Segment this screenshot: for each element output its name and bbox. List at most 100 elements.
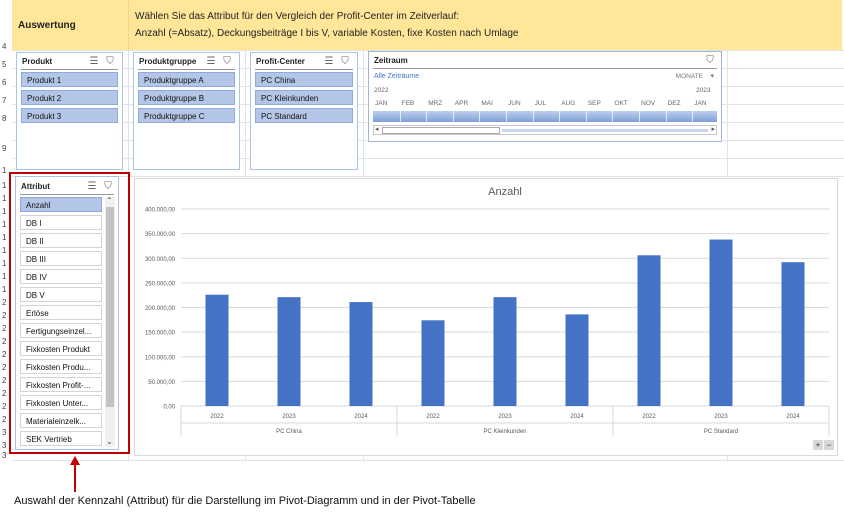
multi-select-icon[interactable]: ☰	[205, 56, 217, 67]
timeline-month-separator	[479, 111, 481, 122]
timeline-scroll-thumb[interactable]	[382, 127, 500, 134]
x-tick-label: 2024	[570, 414, 584, 420]
slicer-item-produkt-2[interactable]: Produkt 2	[21, 90, 118, 105]
group-label: PC China	[276, 429, 302, 435]
y-tick-label: 0,00	[163, 405, 175, 411]
slicer-title: Produktgruppe	[139, 57, 197, 66]
timeline-month-label: JAN	[375, 100, 388, 107]
slicer-header: Profit-Center ☰ ⛉	[251, 53, 357, 70]
timeline-title: Zeitraum	[374, 56, 408, 65]
timeline-month-label: JAN	[694, 100, 707, 107]
timeline-month-label: OKT	[614, 100, 628, 107]
slicer-produktgruppe[interactable]: Produktgruppe ☰ ⛉ Produktgruppe A Produk…	[133, 52, 240, 170]
x-tick-label: 2023	[714, 414, 728, 420]
timeline-month-label: MRZ	[428, 100, 443, 107]
y-tick-label: 300.000,00	[145, 257, 176, 263]
slicer-item-produkt-1[interactable]: Produkt 1	[21, 72, 118, 87]
x-tick-label: 2024	[786, 414, 800, 420]
slicer-item-produkt-3[interactable]: Produkt 3	[21, 108, 118, 123]
row-number: 8	[2, 114, 7, 123]
chevron-down-icon[interactable]: ▾	[710, 72, 714, 80]
row-number: 1	[2, 233, 7, 242]
x-tick-label: 2023	[498, 414, 512, 420]
timeline-divider	[373, 68, 717, 69]
up-arrow-icon	[70, 456, 80, 492]
row-number: 1	[2, 166, 7, 175]
chart-bar	[205, 294, 229, 406]
chart-bar	[709, 239, 733, 406]
slicer-header: Produkt ☰ ⛉	[17, 53, 122, 70]
y-tick-label: 200.000,00	[145, 306, 176, 312]
chart-bar	[565, 314, 589, 406]
chevron-right-icon[interactable]: ▸	[711, 125, 715, 133]
zoom-in-button[interactable]: +	[813, 440, 823, 450]
timeline-year-2022: 2022	[374, 87, 389, 94]
row-number: 9	[2, 144, 7, 153]
slicer-profit-center[interactable]: Profit-Center ☰ ⛉ PC China PC Kleinkunde…	[250, 52, 358, 170]
slicer-item-produktgruppe-a[interactable]: Produktgruppe A	[138, 72, 235, 87]
timeline-all-periods[interactable]: Alle Zeiträume	[374, 73, 419, 80]
chart-title: Anzahl	[488, 186, 522, 198]
chart-canvas: Anzahl 0,00 50.000,00 100.000,00 150.000,00 2…	[145, 186, 830, 436]
timeline-zeitraum[interactable]: Zeitraum ⛉ Alle Zeiträume MONATE ▾ 2022 …	[368, 51, 722, 142]
slicer-title: Produkt	[22, 57, 53, 66]
chevron-left-icon[interactable]: ◂	[375, 125, 379, 133]
timeline-scrollbar[interactable]: ◂ ▸	[373, 125, 717, 135]
timeline-month-label: NOV	[641, 100, 656, 107]
row-number: 2	[2, 337, 7, 346]
y-tick-label: 50.000,00	[148, 380, 175, 386]
annotation-highlight-box	[9, 172, 130, 454]
timeline-month-label: AUG	[561, 100, 576, 107]
slicer-header: Produktgruppe ☰ ⛉	[134, 53, 239, 70]
clear-filter-icon[interactable]: ⛉	[339, 56, 351, 67]
slicer-produkt[interactable]: Produkt ☰ ⛉ Produkt 1 Produkt 2 Produkt …	[16, 52, 123, 170]
row-number: 2	[2, 389, 7, 398]
timeline-month-separator	[559, 111, 561, 122]
row-number: 6	[2, 78, 7, 87]
timeline-month-separator	[692, 111, 694, 122]
instruction-line-2: Anzahl (=Absatz), Deckungsbeiträge I bis…	[135, 28, 519, 39]
header-banner: Auswertung Wählen Sie das Attribut für d…	[12, 0, 842, 50]
chart-bar	[637, 255, 661, 406]
chart-bar	[421, 320, 445, 406]
timeline-month-separator	[506, 111, 507, 122]
row-number: 1	[2, 272, 7, 281]
clear-filter-icon[interactable]: ⛉	[104, 56, 116, 67]
row-number: 1	[2, 220, 7, 229]
clear-filter-icon[interactable]: ⛉	[704, 55, 716, 66]
slicer-divider	[138, 69, 235, 70]
timeline-period-bar[interactable]	[373, 111, 717, 122]
timeline-month-separator	[426, 111, 428, 122]
slicer-item-pc-china[interactable]: PC China	[255, 72, 353, 87]
spreadsheet-window: 45678911111111112222222222333 Auswertung…	[0, 0, 844, 517]
multi-select-icon[interactable]: ☰	[323, 56, 335, 67]
timeline-month-label: JUL	[534, 100, 547, 107]
clear-filter-icon[interactable]: ⛉	[221, 56, 233, 67]
row-number: 2	[2, 376, 7, 385]
grid-row-line	[12, 176, 844, 177]
timeline-month-separator	[585, 111, 587, 122]
timeline-scroll-track	[502, 129, 708, 132]
page-title: Auswertung	[18, 20, 76, 31]
timeline-level-selector[interactable]: MONATE	[676, 73, 703, 80]
chart-bar	[781, 262, 805, 406]
zoom-out-button[interactable]: −	[824, 440, 834, 450]
timeline-month-label: SEP	[587, 100, 601, 107]
banner-divider	[128, 0, 129, 50]
chart-bar	[349, 302, 373, 406]
chart-bar	[493, 297, 517, 406]
row-number: 2	[2, 402, 7, 411]
row-number: 3	[2, 428, 7, 437]
timeline-month-separator	[452, 111, 454, 122]
pivot-chart[interactable]: Anzahl 0,00 50.000,00 100.000,00 150.000,00 2…	[134, 178, 838, 456]
y-tick-label: 150.000,00	[145, 331, 176, 337]
slicer-item-pc-standard[interactable]: PC Standard	[255, 108, 353, 123]
x-tick-label: 2022	[426, 414, 440, 420]
row-number: 1	[2, 246, 7, 255]
slicer-item-produktgruppe-b[interactable]: Produktgruppe B	[138, 90, 235, 105]
x-tick-label: 2022	[210, 414, 224, 420]
row-number: 1	[2, 259, 7, 268]
multi-select-icon[interactable]: ☰	[88, 56, 100, 67]
slicer-item-produktgruppe-c[interactable]: Produktgruppe C	[138, 108, 235, 123]
slicer-item-pc-kleinkunden[interactable]: PC Kleinkunden	[255, 90, 353, 105]
